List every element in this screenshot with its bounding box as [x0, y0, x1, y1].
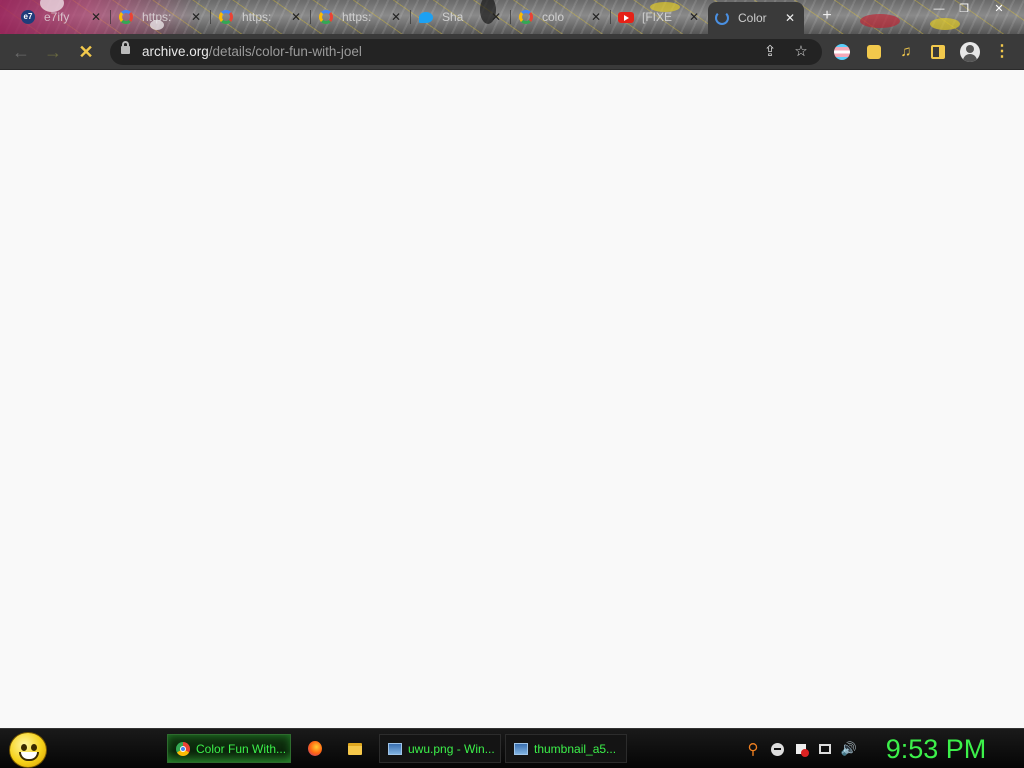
- tab-title: e7ify: [44, 10, 70, 24]
- tab-title: [FIXE: [642, 10, 673, 24]
- minimize-button[interactable]: —: [930, 2, 948, 16]
- google-icon: [118, 9, 134, 25]
- lock-icon: [121, 41, 130, 54]
- firefox-icon: [308, 741, 322, 756]
- tab-title: Sha: [442, 10, 464, 24]
- volume-speaker-icon[interactable]: 🔊: [841, 741, 857, 757]
- forward-button[interactable]: →: [41, 40, 65, 64]
- share-icon[interactable]: ⇪: [761, 43, 779, 61]
- google-icon: [218, 9, 234, 25]
- tab-separator: [110, 10, 111, 24]
- tab-separator: [510, 10, 511, 24]
- youtube-icon: [618, 9, 634, 25]
- page-viewport[interactable]: [0, 71, 1024, 728]
- taskbar-uwu-image-viewer[interactable]: uwu.png - Win...: [379, 734, 501, 763]
- url-path: /details/color-fun-with-joel: [208, 44, 362, 59]
- tab-title: https:: [342, 10, 372, 24]
- smiley-eye: [31, 744, 37, 751]
- tab-close-icon[interactable]: ✕: [588, 9, 604, 25]
- tab-close-icon[interactable]: ✕: [188, 9, 204, 25]
- tab-strip: e7 e7ify ✕ https: ✕ https: ✕ https: ✕ Sh…: [0, 0, 1024, 34]
- taskbar-button-label: thumbnail_a5...: [534, 741, 617, 756]
- bookmark-star-icon[interactable]: ☆: [792, 43, 810, 61]
- address-bar[interactable]: archive.org/details/color-fun-with-joel …: [110, 39, 822, 65]
- start-button-smiley-icon[interactable]: [9, 732, 47, 768]
- tab-active-color-fun[interactable]: Color ✕: [708, 2, 804, 34]
- tab-close-icon[interactable]: ✕: [488, 9, 504, 25]
- side-panel-icon[interactable]: [929, 43, 947, 61]
- tab-close-icon[interactable]: ✕: [782, 10, 798, 26]
- search-magnifier-tray-icon[interactable]: ⚲: [745, 741, 761, 758]
- tab-google-2[interactable]: https: ✕: [212, 4, 311, 30]
- smiley-mouth: [19, 752, 39, 761]
- tab-separator: [610, 10, 611, 24]
- taskbar-button-label: uwu.png - Win...: [408, 741, 495, 756]
- tab-google-color[interactable]: colo ✕: [512, 4, 611, 30]
- extensions-puzzle-icon[interactable]: [865, 43, 883, 61]
- tab-e7ify[interactable]: e7 e7ify ✕: [14, 4, 111, 30]
- url-domain: archive.org: [142, 44, 209, 59]
- browser-menu-button[interactable]: ⋮: [993, 43, 1011, 61]
- system-clock[interactable]: 9:53 PM: [880, 733, 992, 765]
- tab-twitter[interactable]: Sha ✕: [412, 4, 511, 30]
- taskbar-firefox[interactable]: [300, 734, 330, 763]
- taskbar-file-explorer[interactable]: [340, 734, 370, 763]
- profile-avatar-icon[interactable]: [959, 41, 981, 63]
- tab-title: https:: [142, 10, 172, 24]
- tab-google-3[interactable]: https: ✕: [312, 4, 411, 30]
- chrome-icon: [176, 741, 190, 756]
- network-icon[interactable]: [817, 741, 833, 757]
- close-window-button[interactable]: ✕: [990, 2, 1008, 16]
- url-text[interactable]: archive.org/details/color-fun-with-joel: [142, 44, 362, 59]
- twitter-icon: [418, 9, 434, 25]
- background-splash: [860, 14, 900, 28]
- tab-youtube[interactable]: [FIXE ✕: [612, 4, 708, 30]
- action-center-flag-icon[interactable]: [793, 741, 809, 757]
- tab-separator: [310, 10, 311, 24]
- kebab-menu-icon: ⋮: [994, 43, 1010, 60]
- tab-separator: [410, 10, 411, 24]
- taskbar-chrome-window[interactable]: Color Fun With...: [167, 734, 291, 763]
- browser-toolbar: ← → ✕ archive.org/details/color-fun-with…: [0, 34, 1024, 70]
- taskbar: Color Fun With... uwu.png - Win... thumb…: [0, 728, 1024, 768]
- tab-close-icon[interactable]: ✕: [288, 9, 304, 25]
- background-splash: [930, 18, 960, 30]
- tab-close-icon[interactable]: ✕: [388, 9, 404, 25]
- stop-loading-button[interactable]: ✕: [74, 40, 98, 64]
- trans-flag-extension-icon[interactable]: [833, 43, 851, 61]
- minus-circle-tray-icon[interactable]: [769, 741, 785, 757]
- folder-icon: [348, 742, 362, 756]
- tab-google-1[interactable]: https: ✕: [112, 4, 211, 30]
- tab-close-icon[interactable]: ✕: [686, 9, 702, 25]
- image-viewer-icon: [514, 742, 528, 756]
- loading-spinner-icon: [714, 10, 730, 26]
- google-icon: [518, 9, 534, 25]
- tab-close-icon[interactable]: ✕: [88, 9, 104, 25]
- taskbar-button-label: Color Fun With...: [196, 741, 287, 756]
- image-viewer-icon: [388, 742, 402, 756]
- new-tab-button[interactable]: +: [818, 7, 836, 25]
- google-icon: [318, 9, 334, 25]
- tab-title: Color: [738, 11, 767, 25]
- media-controls-icon[interactable]: ♫: [897, 43, 915, 61]
- taskbar-thumbnail-image-viewer[interactable]: thumbnail_a5...: [505, 734, 627, 763]
- smiley-eye: [21, 744, 27, 751]
- maximize-button[interactable]: ❐: [955, 2, 973, 16]
- tab-title: colo: [542, 10, 565, 24]
- tab-separator: [210, 10, 211, 24]
- back-button[interactable]: ←: [9, 40, 33, 64]
- e7-icon: e7: [20, 9, 36, 25]
- tab-title: https:: [242, 10, 272, 24]
